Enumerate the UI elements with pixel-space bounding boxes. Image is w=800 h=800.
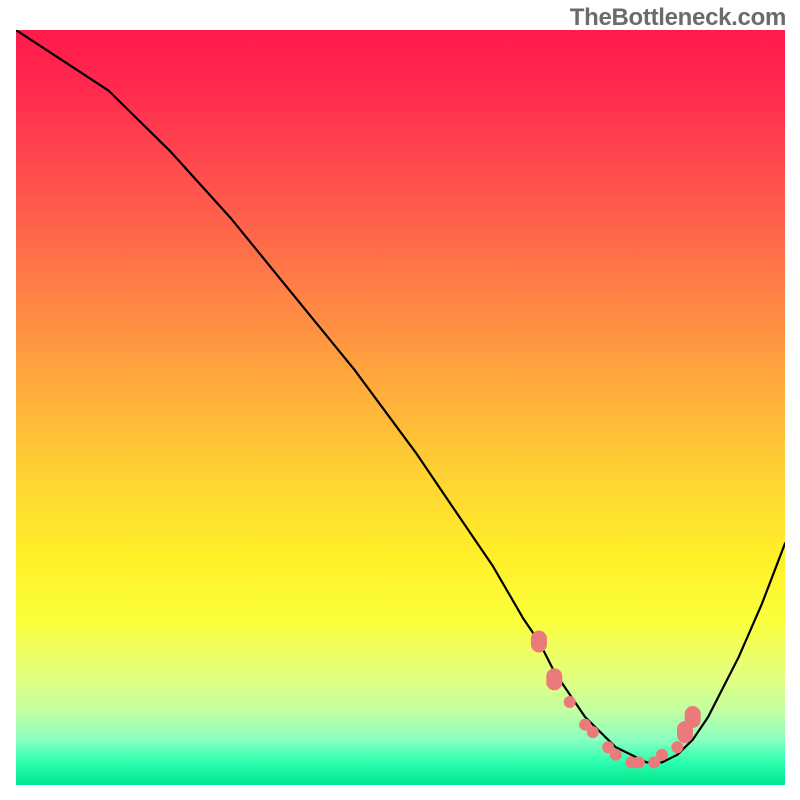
marker-point [656,749,668,761]
marker-point [633,756,645,768]
marker-point [685,706,701,728]
marker-point [564,696,576,708]
marker-point [587,726,599,738]
chart-container: TheBottleneck.com [0,0,800,800]
bottleneck-curve [16,30,785,762]
plot-svg [16,30,785,785]
marker-point [546,668,562,690]
marker-point [531,631,547,653]
attribution-label: TheBottleneck.com [570,4,786,32]
marker-point [610,749,622,761]
plot-area [16,30,785,785]
marker-point [671,741,683,753]
